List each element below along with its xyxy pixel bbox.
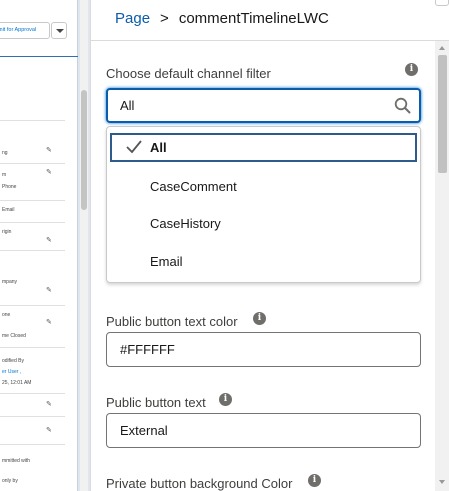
canvas-divider [0, 222, 65, 223]
pencil-icon[interactable]: ✎ [46, 168, 52, 176]
canvas-divider [0, 163, 65, 164]
scroll-down-arrow-icon[interactable] [439, 480, 445, 484]
canvas-field-label: only by [2, 478, 18, 484]
canvas-divider [0, 56, 78, 57]
option-email[interactable]: Email [110, 248, 417, 277]
canvas-scrollbar[interactable] [80, 0, 88, 491]
option-casecomment[interactable]: CaseComment [110, 173, 417, 202]
channel-filter-label: Choose default channel filter [106, 66, 271, 81]
pencil-icon[interactable]: ✎ [46, 318, 52, 326]
canvas-divider [0, 200, 65, 201]
option-casehistory[interactable]: CaseHistory [110, 210, 417, 239]
breadcrumb-separator: > [160, 10, 169, 27]
option-label: Email [150, 254, 183, 269]
canvas-field-label: odified By [2, 358, 24, 364]
private-bg-color-label: Private button background Color [106, 476, 293, 491]
public-text-color-label: Public button text color [106, 314, 238, 329]
canvas-scrollbar-thumb[interactable] [81, 90, 87, 210]
canvas-divider [0, 444, 65, 445]
public-text-color-input[interactable]: #FFFFFF [106, 332, 421, 367]
breadcrumb-current: commentTimelineLWC [178, 10, 329, 27]
panel-scrollbar-thumb[interactable] [438, 55, 447, 173]
info-icon[interactable]: i [219, 393, 232, 406]
property-panel: Page > commentTimelineLWC Choose default c… [90, 0, 449, 491]
public-text-input[interactable]: External [106, 413, 421, 448]
pencil-icon[interactable]: ✎ [46, 400, 52, 408]
pencil-icon[interactable]: ✎ [46, 146, 52, 154]
option-label: CaseComment [150, 179, 237, 194]
breadcrumb: Page > commentTimelineLWC [115, 10, 329, 28]
pencil-icon[interactable]: ✎ [46, 236, 52, 244]
canvas-field-label: Phone [2, 184, 17, 190]
canvas-field-label: m [2, 172, 7, 178]
canvas-divider [0, 347, 65, 348]
canvas-field-label: mmitted with [2, 458, 31, 464]
channel-filter-value: All [120, 98, 135, 113]
canvas-divider [0, 393, 65, 394]
info-icon[interactable]: i [405, 63, 418, 76]
info-icon[interactable]: i [253, 312, 266, 325]
option-all[interactable]: All [110, 133, 417, 162]
pencil-icon[interactable]: ✎ [46, 426, 52, 434]
canvas-divider [0, 416, 65, 417]
canvas-field-value: 25, 12:01 AM [2, 380, 32, 386]
canvas-field-label: mpany [2, 279, 18, 285]
canvas-field-label: one [2, 312, 11, 318]
canvas-field-label: Email [2, 207, 15, 213]
canvas-divider [0, 250, 65, 251]
canvas-field-label: me Closed [2, 333, 26, 339]
submit-for-approval-button[interactable]: mit for Approval [0, 22, 50, 39]
canvas-field-label: ng [2, 150, 8, 156]
panel-corner-button[interactable] [435, 0, 449, 6]
breadcrumb-divider [91, 40, 449, 41]
public-text-label: Public button text [106, 395, 206, 410]
channel-filter-listbox: All CaseComment CaseHistory Email [106, 126, 421, 283]
actions-dropdown-button[interactable] [51, 22, 67, 39]
breadcrumb-page-link[interactable]: Page [115, 10, 150, 27]
pencil-icon[interactable]: ✎ [46, 286, 52, 294]
canvas-divider [0, 120, 65, 121]
canvas-field-label: rigin [2, 229, 12, 235]
channel-filter-combobox[interactable]: All [106, 88, 421, 123]
info-icon[interactable]: i [308, 474, 321, 487]
search-icon [394, 97, 411, 114]
scroll-up-arrow-icon[interactable] [439, 46, 445, 50]
page-canvas: mit for Approval ng ✎ m ✎ Phone Email ri… [0, 0, 90, 491]
check-icon [126, 140, 142, 154]
option-label: CaseHistory [150, 216, 221, 231]
option-label: All [150, 140, 167, 155]
canvas-page-frame: mit for Approval ng ✎ m ✎ Phone Email ri… [0, 0, 78, 491]
modified-by-user-link[interactable]: er User , [2, 369, 21, 375]
canvas-divider [0, 305, 65, 306]
